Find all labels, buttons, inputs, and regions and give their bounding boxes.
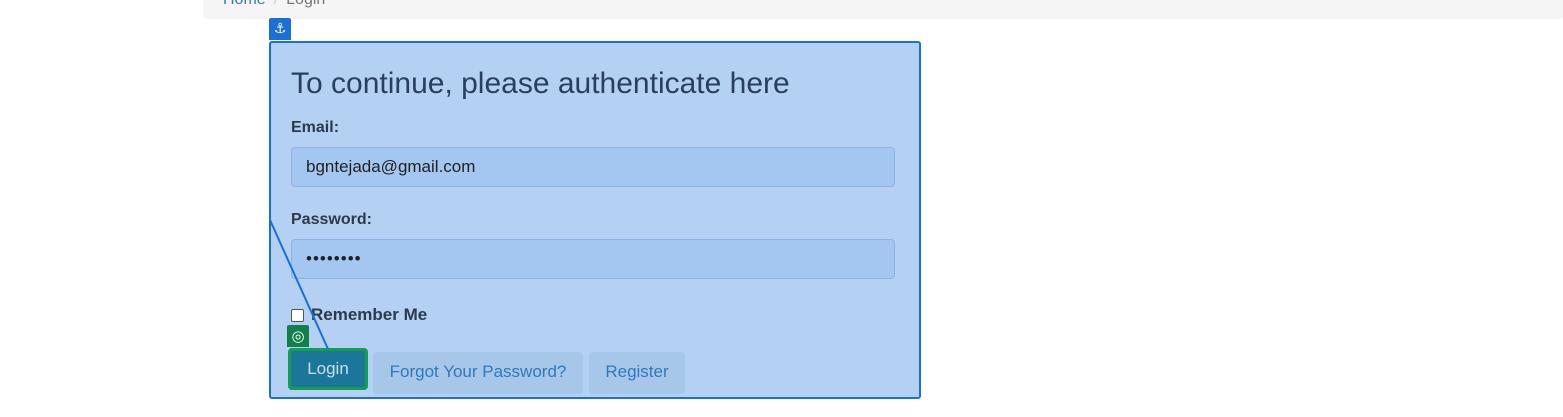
login-button[interactable]: Login: [288, 348, 368, 390]
breadcrumb-current: Login: [286, 0, 325, 8]
breadcrumb-home-link[interactable]: Home: [223, 0, 266, 8]
register-button[interactable]: Register: [589, 352, 685, 394]
password-label: Password:: [291, 211, 372, 228]
remember-me-checkbox[interactable]: [291, 308, 304, 322]
breadcrumb: Home/Login: [203, 0, 1563, 19]
forgot-password-button[interactable]: Forgot Your Password?: [373, 352, 583, 394]
anchor-icon: ⚓: [269, 18, 291, 40]
target-icon: ◎: [287, 325, 309, 347]
login-form: To continue, please authenticate here Em…: [269, 41, 921, 399]
remember-me-label: Remember Me: [311, 305, 428, 324]
breadcrumb-separator: /: [266, 0, 286, 8]
email-label: Email:: [291, 119, 340, 136]
remember-me-row[interactable]: Remember Me: [291, 305, 427, 325]
password-field[interactable]: [291, 239, 895, 279]
page: Home/Login ⚓ To continue, please authent…: [0, 0, 1563, 417]
email-field[interactable]: [291, 147, 895, 187]
form-title: To continue, please authenticate here: [291, 67, 790, 100]
breadcrumb-inner: Home/Login: [223, 0, 325, 8]
